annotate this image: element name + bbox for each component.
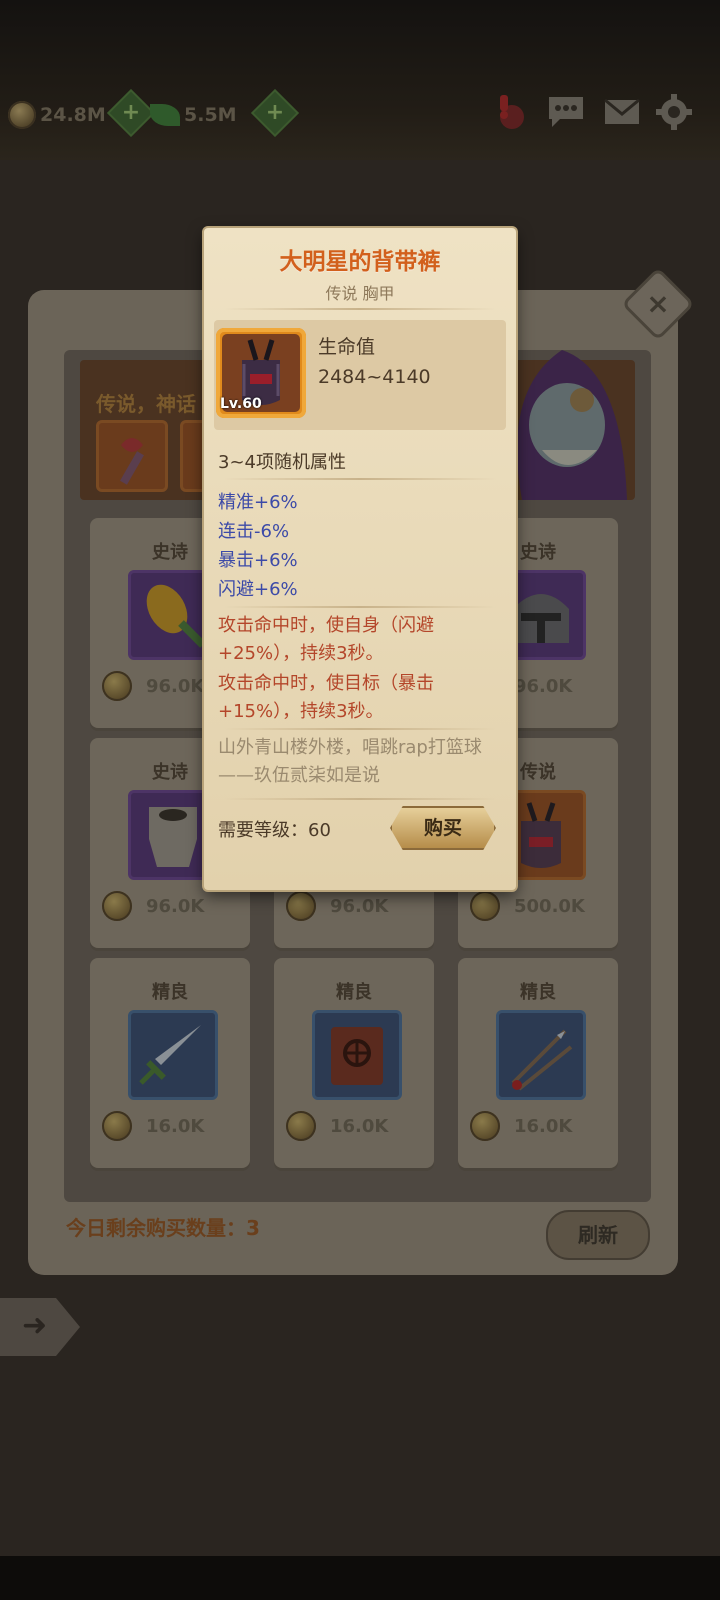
shopkeeper-goblin-icon xyxy=(517,350,627,500)
card-price: 16.0K xyxy=(102,1108,242,1144)
attribute-item: 暴击+6% xyxy=(218,550,298,571)
coin-amount: 24.8M xyxy=(40,104,106,126)
banner-text: 传说，神话 xyxy=(96,392,196,416)
coin-icon xyxy=(470,1111,500,1141)
tower-shield-icon xyxy=(149,807,197,867)
card-price: 96.0K xyxy=(286,888,426,924)
arrow-right-icon: ➜ xyxy=(22,1308,48,1343)
card-price: 16.0K xyxy=(470,1108,610,1144)
attribute-item: 闪避+6% xyxy=(218,579,298,600)
shop-card-7[interactable]: 精良 16.0K xyxy=(90,958,250,1168)
mail-icon[interactable] xyxy=(602,93,642,131)
top-hud: 24.8M + 5.5M + xyxy=(0,0,720,160)
divider xyxy=(224,728,496,730)
card-item-slot xyxy=(496,1010,586,1100)
flavor-text: 山外青山楼外楼，唱跳rap打篮球——玖伍贰柒如是说 xyxy=(218,737,482,786)
flame-staff-icon xyxy=(146,584,206,648)
banner-item-slot-1[interactable] xyxy=(96,420,168,492)
bottom-bar xyxy=(0,1556,720,1600)
settings-gear-icon[interactable] xyxy=(654,93,694,131)
shop-card-8[interactable]: 精良 16.0K xyxy=(274,958,434,1168)
item-level-badge: Lv.60 xyxy=(220,396,262,412)
sword-icon xyxy=(139,1025,201,1085)
coin-icon xyxy=(102,891,132,921)
effect-list: 攻击命中时，使自身（闪避+25%），持续3秒。 攻击命中时，使目标（暴击+15%… xyxy=(218,612,504,728)
coin-icon xyxy=(470,891,500,921)
required-level: 需要等级：60 xyxy=(218,820,331,841)
coin-icon xyxy=(286,1111,316,1141)
coin-icon xyxy=(102,1111,132,1141)
leaf-gem-icon xyxy=(150,104,180,126)
gem-amount: 5.5M xyxy=(184,104,237,126)
coin-icon xyxy=(286,891,316,921)
card-rarity: 精良 xyxy=(336,982,372,1003)
buy-button[interactable]: 购买 xyxy=(390,806,496,850)
effect-item: 攻击命中时，使自身（闪避+25%），持续3秒。 xyxy=(218,615,434,664)
card-item-slot xyxy=(312,1010,402,1100)
add-coins-button[interactable]: + xyxy=(106,88,156,138)
stat-value: 2484~4140 xyxy=(318,366,431,388)
item-title: 大明星的背带裤 xyxy=(279,249,441,275)
attribute-item: 精准+6% xyxy=(218,492,298,513)
spellbook-icon xyxy=(331,1027,383,1085)
spear-icon xyxy=(511,1029,573,1091)
stat-name: 生命值 xyxy=(318,336,376,358)
divider xyxy=(224,606,496,608)
event-alert-icon[interactable] xyxy=(490,93,530,131)
coin-icon xyxy=(102,671,132,701)
card-price: 96.0K xyxy=(102,888,242,924)
attribute-item: 连击-6% xyxy=(218,521,290,542)
chat-icon[interactable] xyxy=(546,93,586,131)
effect-item: 攻击命中时，使目标（暴击+15%），持续3秒。 xyxy=(218,673,434,722)
divider xyxy=(224,478,496,480)
card-rarity: 精良 xyxy=(152,982,188,1003)
remaining-purchases: 今日剩余购买数量：3 xyxy=(66,1216,260,1240)
add-gems-button[interactable]: + xyxy=(250,88,300,138)
card-rarity: 精良 xyxy=(520,982,556,1003)
attribute-list: 精准+6% 连击-6% 暴击+6% 闪避+6% xyxy=(218,488,298,604)
refresh-button[interactable]: 刷新 xyxy=(546,1210,650,1260)
divider xyxy=(224,798,496,800)
item-tooltip: 大明星的背带裤 传说 胸甲 Lv.60 生命值 2484~4140 3~4项随机… xyxy=(204,228,516,890)
coin-counter[interactable]: 24.8M xyxy=(8,98,106,132)
gem-counter[interactable]: 5.5M xyxy=(150,98,237,132)
card-price: 500.0K xyxy=(470,888,610,924)
coin-icon xyxy=(8,101,36,129)
card-item-slot xyxy=(128,1010,218,1100)
shop-card-9[interactable]: 精良 16.0K xyxy=(458,958,618,1168)
divider xyxy=(224,308,496,310)
item-subtitle: 传说 胸甲 xyxy=(325,284,395,303)
heart-scepter-icon xyxy=(120,438,144,485)
card-price: 16.0K xyxy=(286,1108,426,1144)
random-attributes-label: 3~4项随机属性 xyxy=(218,452,346,473)
